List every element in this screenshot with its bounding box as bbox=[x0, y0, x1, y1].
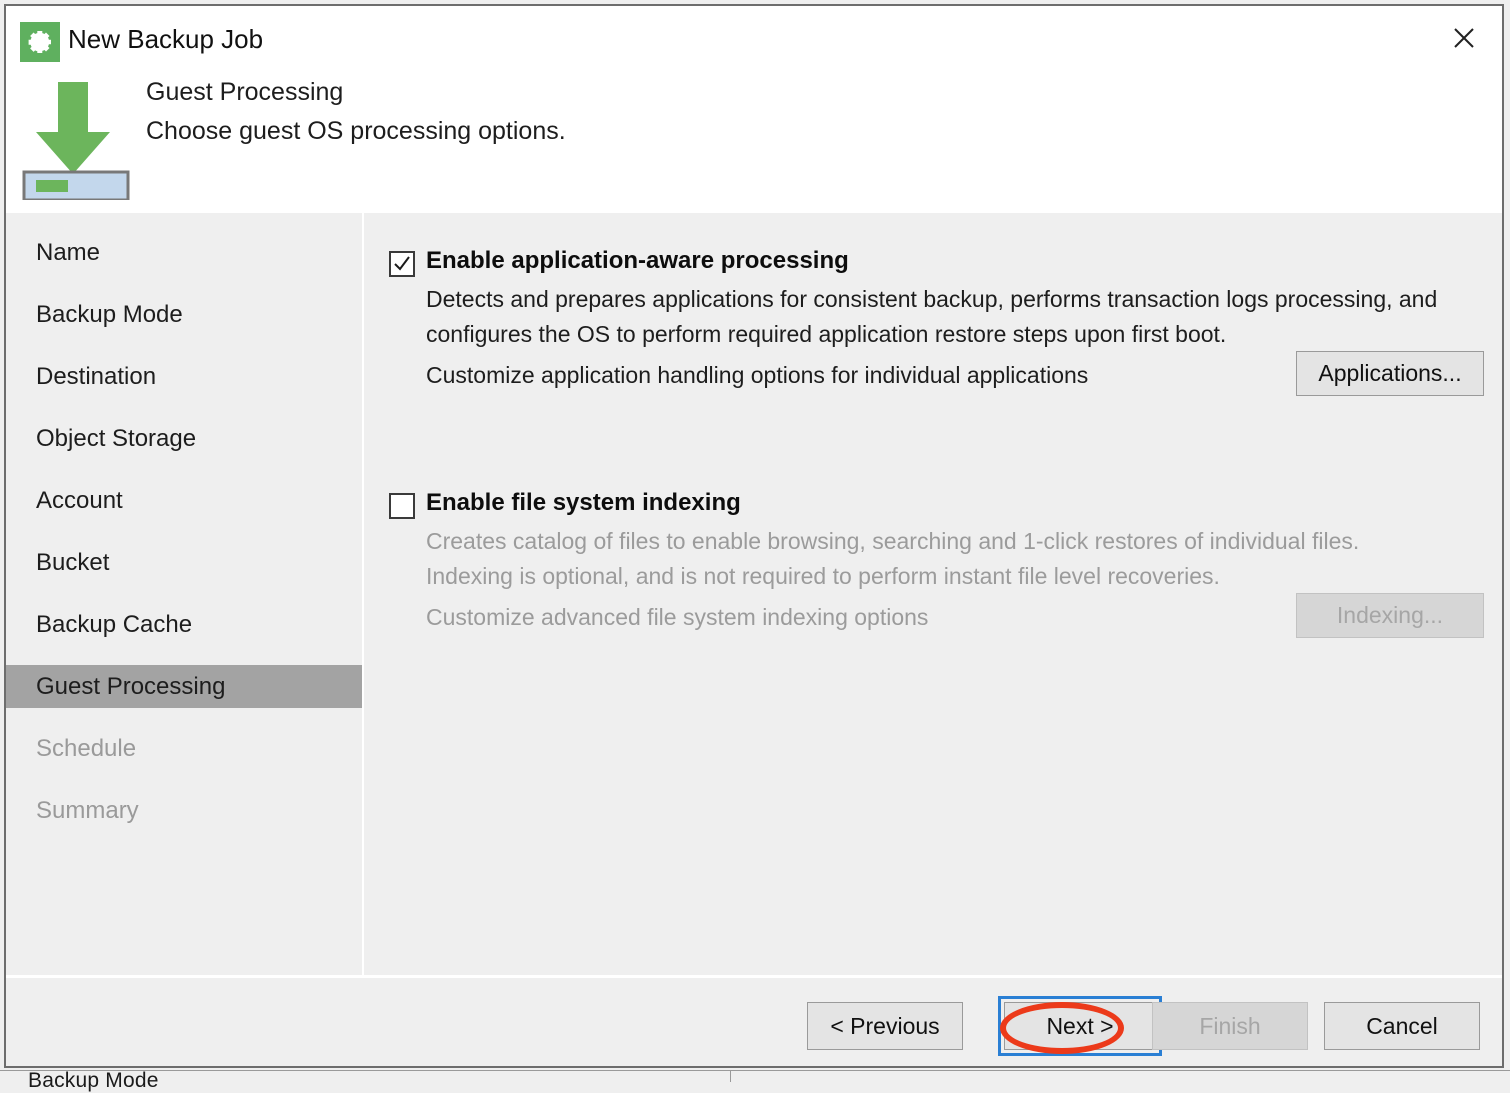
wizard-steps-sidebar: Name Backup Mode Destination Object Stor… bbox=[6, 213, 362, 975]
sidebar-item-guest-processing[interactable]: Guest Processing bbox=[6, 665, 362, 708]
sidebar-item-destination[interactable]: Destination bbox=[6, 355, 362, 398]
indexing-button: Indexing... bbox=[1296, 593, 1484, 638]
background-window-separator bbox=[730, 1071, 731, 1082]
next-button-focus-ring: Next > bbox=[998, 996, 1162, 1056]
app-aware-description-line-1: Detects and prepares applications for co… bbox=[426, 286, 1438, 312]
sidebar-item-backup-mode[interactable]: Backup Mode bbox=[6, 293, 362, 336]
enable-file-system-indexing-checkbox[interactable] bbox=[389, 493, 415, 519]
guest-processing-options: Enable application-aware processing Dete… bbox=[364, 213, 1502, 975]
applications-button[interactable]: Applications... bbox=[1296, 351, 1484, 396]
download-arrow-to-storage-icon bbox=[22, 74, 130, 202]
title-bar: New Backup Job bbox=[6, 6, 1502, 68]
background-window-row bbox=[0, 1070, 1510, 1082]
dialog-body: Name Backup Mode Destination Object Stor… bbox=[6, 213, 1502, 975]
close-icon[interactable] bbox=[1434, 12, 1494, 64]
indexing-description-line-2: Indexing is optional, and is not require… bbox=[426, 563, 1220, 589]
finish-button: Finish bbox=[1152, 1002, 1308, 1050]
sidebar-item-account[interactable]: Account bbox=[6, 479, 362, 522]
enable-file-system-indexing-label[interactable]: Enable file system indexing bbox=[426, 489, 741, 517]
sidebar-item-object-storage[interactable]: Object Storage bbox=[6, 417, 362, 460]
new-backup-job-dialog: New Backup Job Guest Processing Choose g… bbox=[4, 4, 1504, 1068]
indexing-description-line-1: Creates catalog of files to enable brows… bbox=[426, 528, 1360, 554]
enable-application-aware-processing-checkbox[interactable] bbox=[389, 251, 415, 277]
background-window-text: Backup Mode bbox=[28, 1069, 159, 1092]
cancel-button[interactable]: Cancel bbox=[1324, 1002, 1480, 1050]
window-title: New Backup Job bbox=[68, 24, 264, 54]
sidebar-item-backup-cache[interactable]: Backup Cache bbox=[6, 603, 362, 646]
indexing-customize-text: Customize advanced file system indexing … bbox=[426, 604, 929, 630]
sidebar-item-name[interactable]: Name bbox=[6, 231, 362, 274]
sidebar-item-bucket[interactable]: Bucket bbox=[6, 541, 362, 584]
app-aware-customize-text: Customize application handling options f… bbox=[426, 362, 1089, 388]
next-button[interactable]: Next > bbox=[1004, 1002, 1156, 1050]
gear-icon bbox=[20, 22, 60, 62]
previous-button[interactable]: < Previous bbox=[807, 1002, 963, 1050]
app-aware-description-line-2: configures the OS to perform required ap… bbox=[426, 321, 1227, 347]
dialog-footer: < Previous Next > Finish Cancel bbox=[6, 978, 1502, 1066]
sidebar-item-summary: Summary bbox=[36, 796, 139, 824]
sidebar-item-schedule: Schedule bbox=[36, 734, 137, 762]
page-title: Guest Processing bbox=[146, 78, 344, 106]
enable-application-aware-processing-label[interactable]: Enable application-aware processing bbox=[426, 247, 849, 275]
page-subtitle: Choose guest OS processing options. bbox=[146, 117, 566, 145]
dialog-header: New Backup Job Guest Processing Choose g… bbox=[6, 6, 1502, 213]
